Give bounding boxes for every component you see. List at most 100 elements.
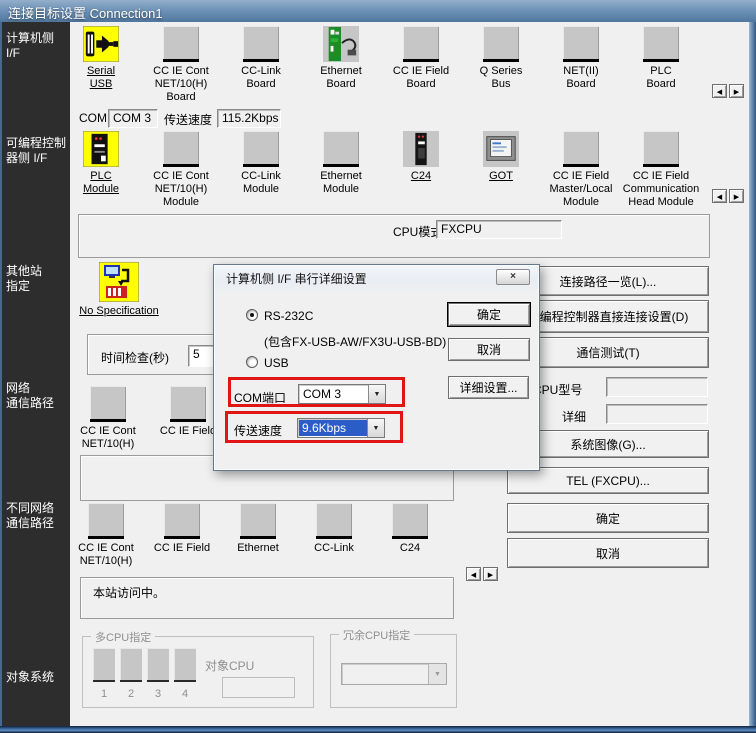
sidebar: 计算机侧 I/F 可编程控制 器侧 I/F 其他站 指定 网络 通信路径 不同网… bbox=[0, 22, 70, 726]
icon-label: CC-Link bbox=[314, 542, 354, 555]
serial-detail-dialog: 计算机侧 I/F 串行详细设置 × RS-232C (包含FX-USB-AW/F… bbox=[213, 264, 540, 471]
net-route-cc-ie-cont[interactable]: CC IE Cont NET/10(H) bbox=[68, 386, 148, 451]
diff-network-row: CC IE Cont NET/10(H) CC IE Field Etherne… bbox=[68, 503, 448, 568]
scroll-right-icon[interactable]: ▶ bbox=[729, 189, 744, 203]
diff-network-scroll: ◀ ▶ bbox=[466, 567, 498, 581]
icon-label: CC IE Cont NET/10(H) bbox=[80, 425, 136, 451]
plc-if-cc-ie-cont-module[interactable]: CC IE Cont NET/10(H) Module bbox=[141, 131, 221, 209]
detail-field bbox=[606, 404, 708, 424]
sidebar-item-plc-if: 可编程控制 器侧 I/F bbox=[6, 136, 68, 166]
sidebar-item-diff-network: 不同网络 通信路径 bbox=[6, 501, 68, 531]
multi-cpu-slots bbox=[93, 648, 196, 682]
plc-if-cc-ie-field-master[interactable]: CC IE Field Master/Local Module bbox=[541, 131, 621, 209]
diff-net-c24[interactable]: C24 bbox=[372, 503, 448, 568]
icon-label: CC IE Field Board bbox=[393, 65, 449, 91]
plc-if-plc-module[interactable]: PLC Module bbox=[61, 131, 141, 209]
board-icon bbox=[483, 26, 519, 62]
scroll-left-icon[interactable]: ◀ bbox=[712, 189, 727, 203]
icon-label: Ethernet bbox=[237, 542, 279, 555]
close-icon[interactable]: × bbox=[496, 269, 530, 285]
pc-if-scroll: ◀ ▶ bbox=[712, 84, 744, 98]
icon-label: GOT bbox=[489, 170, 513, 183]
window-border-left bbox=[0, 22, 2, 726]
pc-if-cc-ie-cont-board[interactable]: CC IE Cont NET/10(H) Board bbox=[141, 26, 221, 104]
window-border-bottom bbox=[0, 726, 756, 733]
time-check-label: 时间检查(秒) bbox=[101, 349, 169, 366]
cpu-slot-2 bbox=[120, 648, 142, 682]
pc-if-q-series-bus[interactable]: Q Series Bus bbox=[461, 26, 541, 104]
pc-if-net2-board[interactable]: NET(II) Board bbox=[541, 26, 621, 104]
dialog-cancel-button[interactable]: 取消 bbox=[448, 338, 530, 361]
window-titlebar[interactable]: 连接目标设置 Connection1 bbox=[0, 0, 756, 22]
usb-radio-label: USB bbox=[264, 356, 289, 370]
icon-label: No Specification bbox=[64, 305, 174, 318]
diff-net-ethernet[interactable]: Ethernet bbox=[220, 503, 296, 568]
icon-label: CC-Link Board bbox=[241, 65, 281, 91]
icon-label: CC IE Field bbox=[154, 542, 210, 555]
icon-label: PLC Board bbox=[646, 65, 675, 91]
cpu-model-field bbox=[606, 377, 708, 397]
module-icon bbox=[164, 503, 200, 539]
chevron-down-icon: ▼ bbox=[428, 664, 446, 684]
network-route-row: CC IE Cont NET/10(H) CC IE Field bbox=[68, 386, 228, 451]
icon-label: CC IE Cont NET/10(H) Module bbox=[153, 170, 209, 209]
com-label: COM bbox=[79, 111, 107, 125]
slot-number: 1 bbox=[93, 688, 115, 700]
multi-cpu-group: 多CPU指定 1 2 3 4 对象CPU bbox=[82, 636, 314, 708]
pc-if-ethernet-board[interactable]: Ethernet Board bbox=[301, 26, 381, 104]
scroll-left-icon[interactable]: ◀ bbox=[712, 84, 727, 98]
plc-if-cc-link-module[interactable]: CC-Link Module bbox=[221, 131, 301, 209]
dialog-ok-button[interactable]: 确定 bbox=[448, 303, 530, 326]
tel-button[interactable]: TEL (FXCPU)... bbox=[507, 467, 709, 494]
module-icon bbox=[323, 131, 359, 167]
diff-net-cc-ie-field[interactable]: CC IE Field bbox=[144, 503, 220, 568]
scroll-left-icon[interactable]: ◀ bbox=[466, 567, 481, 581]
pc-if-cc-link-board[interactable]: CC-Link Board bbox=[221, 26, 301, 104]
icon-label: Serial USB bbox=[87, 65, 115, 91]
scroll-right-icon[interactable]: ▶ bbox=[729, 84, 744, 98]
com-port-display: COM 3 bbox=[108, 109, 158, 128]
rs232c-note: (包含FX-USB-AW/FX3U-USB-BD) bbox=[264, 333, 446, 350]
slot-number: 2 bbox=[120, 688, 142, 700]
pc-if-plc-board[interactable]: PLC Board bbox=[621, 26, 701, 104]
icon-label: C24 bbox=[411, 170, 431, 183]
other-station-no-spec[interactable]: No Specification bbox=[64, 262, 174, 318]
icon-label: CC IE Cont NET/10(H) bbox=[78, 542, 134, 568]
sidebar-item-pc-if: 计算机侧 I/F bbox=[6, 31, 68, 61]
rs232c-radio[interactable] bbox=[246, 309, 258, 321]
board-icon bbox=[163, 26, 199, 62]
speed-highlight-annotation bbox=[225, 411, 403, 443]
board-icon bbox=[403, 26, 439, 62]
got-icon bbox=[483, 131, 519, 167]
ok-button[interactable]: 确定 bbox=[507, 503, 709, 533]
plc-if-got[interactable]: GOT bbox=[461, 131, 541, 209]
pc-if-cc-ie-field-board[interactable]: CC IE Field Board bbox=[381, 26, 461, 104]
usb-radio[interactable] bbox=[246, 356, 258, 368]
icon-label: CC IE Field Communication Head Module bbox=[623, 170, 699, 209]
cpu-slot-4 bbox=[174, 648, 196, 682]
ethernet-board-icon bbox=[323, 26, 359, 62]
diff-net-cc-link[interactable]: CC-Link bbox=[296, 503, 372, 568]
icon-label: Q Series Bus bbox=[480, 65, 523, 91]
scroll-right-icon[interactable]: ▶ bbox=[483, 567, 498, 581]
c24-icon bbox=[403, 131, 439, 167]
cpu-mode-box: CPU模式 FXCPU bbox=[78, 214, 710, 258]
module-icon bbox=[170, 386, 206, 422]
board-icon bbox=[563, 26, 599, 62]
sidebar-item-other-station: 其他站 指定 bbox=[6, 264, 68, 294]
window-border-right bbox=[749, 22, 756, 726]
speed-display: 115.2Kbps bbox=[217, 109, 281, 128]
cancel-button[interactable]: 取消 bbox=[507, 538, 709, 568]
pc-if-serial-usb[interactable]: Serial USB bbox=[61, 26, 141, 104]
plc-if-c24[interactable]: C24 bbox=[381, 131, 461, 209]
diff-net-cc-ie-cont[interactable]: CC IE Cont NET/10(H) bbox=[68, 503, 144, 568]
plc-if-cc-ie-field-head[interactable]: CC IE Field Communication Head Module bbox=[621, 131, 701, 209]
icon-label: C24 bbox=[400, 542, 420, 555]
redundant-cpu-combobox: ▼ bbox=[341, 663, 447, 685]
plc-if-ethernet-module[interactable]: Ethernet Module bbox=[301, 131, 381, 209]
detail-settings-button[interactable]: 详细设置... bbox=[448, 376, 529, 399]
icon-label: Ethernet Module bbox=[320, 170, 362, 196]
target-cpu-field bbox=[222, 677, 295, 698]
cpu-slot-1 bbox=[93, 648, 115, 682]
cpu-model-label: CPU型号 bbox=[533, 381, 582, 398]
